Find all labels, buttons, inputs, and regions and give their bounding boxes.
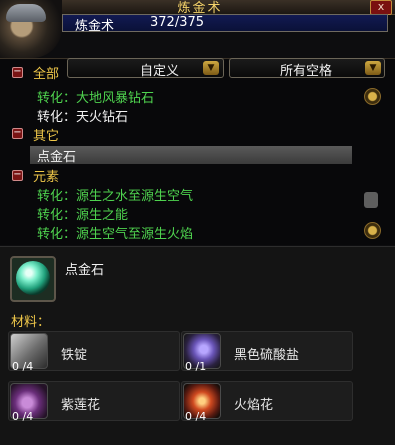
all-filter-label: 全部 [33, 67, 60, 82]
recipe-row[interactable]: 转化：天火钻石 [37, 106, 128, 125]
materials-label: 材料： [11, 315, 51, 330]
reagent-name: 紫莲花 [61, 398, 101, 413]
category-toggle-elemental[interactable]: − [12, 170, 23, 181]
subclass-dropdown[interactable]: 自定义 ▼ [67, 58, 224, 79]
category-header-other[interactable]: 其它 [33, 125, 59, 144]
scrollbar-thumb[interactable] [364, 192, 378, 208]
recipe-row-selected[interactable]: 点金石 [37, 146, 76, 165]
reagent-count: 0 /4 [12, 360, 34, 373]
slot-dropdown-value: 所有空格 [280, 64, 333, 79]
skill-rank-value: 372/375 [150, 15, 205, 30]
reagent-slot[interactable]: 黑色硫酸盐 0 /1 [181, 331, 353, 373]
selected-row-highlight [30, 146, 352, 164]
reagent-count: 0 /4 [185, 410, 207, 423]
scroll-down-button[interactable] [364, 222, 381, 239]
item-name: 点金石 [65, 263, 105, 278]
reagent-count: 0 /4 [12, 410, 34, 423]
helmet-icon [6, 4, 46, 22]
reagent-slot[interactable]: 紫莲花 0 /4 [8, 381, 180, 423]
category-header-elemental[interactable]: 元素 [33, 166, 59, 185]
recipe-row[interactable]: 转化：源生之水至源生空气 [37, 185, 193, 204]
chevron-down-icon: ▼ [365, 61, 381, 75]
slot-dropdown[interactable]: 所有空格 ▼ [229, 58, 385, 79]
close-button[interactable]: x [370, 0, 392, 15]
recipe-row[interactable]: 转化：源生之能 [37, 204, 128, 223]
reagent-slot[interactable]: 火焰花 0 /4 [181, 381, 353, 423]
category-toggle-other[interactable]: − [12, 128, 23, 139]
reagent-slot[interactable]: 铁锭 0 /4 [8, 331, 180, 373]
reagent-count: 0 /1 [185, 360, 207, 373]
collapse-all-toggle[interactable]: − [12, 67, 23, 78]
skill-name: 炼金术 [75, 19, 115, 34]
scroll-up-button[interactable] [364, 88, 381, 105]
recipe-row[interactable]: 转化：源生空气至源生火焰 [37, 223, 193, 242]
subclass-dropdown-value: 自定义 [140, 64, 180, 79]
philosophers-stone-icon [16, 261, 50, 295]
reagent-name: 黑色硫酸盐 [234, 348, 300, 363]
reagent-name: 铁锭 [61, 348, 88, 363]
reagent-name: 火焰花 [234, 398, 274, 413]
recipe-row[interactable]: 转化：大地风暴钻石 [37, 87, 154, 106]
chevron-down-icon: ▼ [203, 61, 219, 75]
